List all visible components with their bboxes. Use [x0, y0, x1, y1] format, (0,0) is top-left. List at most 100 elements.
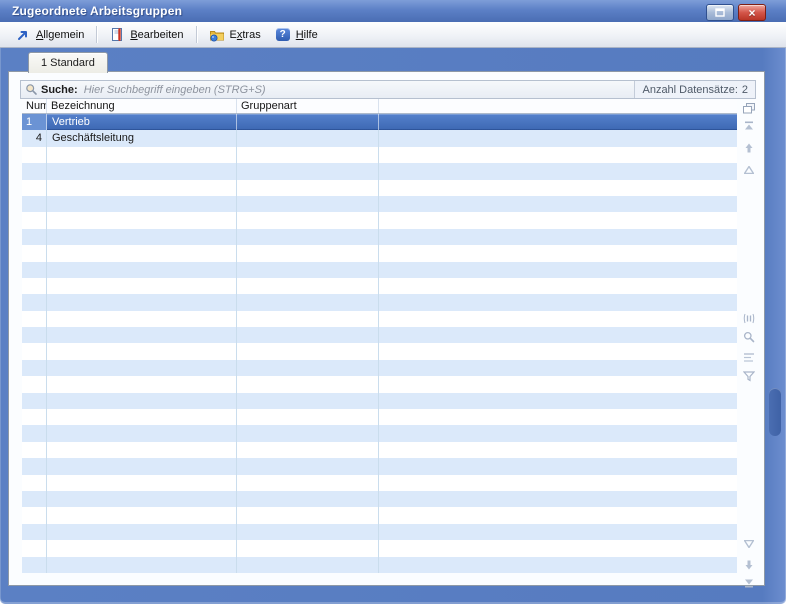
header-bezeichnung[interactable]: Bezeichnung [47, 99, 237, 113]
close-icon: × [748, 7, 755, 19]
cell-num [22, 540, 47, 556]
cell-grp [237, 491, 379, 507]
cell-bez [47, 360, 237, 376]
cell-bez [47, 196, 237, 212]
search-placeholder: Hier Suchbegriff eingeben (STRG+S) [84, 84, 266, 96]
menu-item-extras[interactable]: Extras [202, 25, 268, 45]
cell-bez [47, 278, 237, 294]
cell-bez [47, 557, 237, 573]
scrollbar-thumb[interactable] [769, 388, 781, 436]
table-row[interactable] [22, 425, 737, 441]
table-row[interactable] [22, 540, 737, 556]
cell-rest [379, 491, 737, 507]
table-row[interactable] [22, 163, 737, 179]
table-row[interactable] [22, 343, 737, 359]
table-row[interactable] [22, 491, 737, 507]
table-row[interactable] [22, 409, 737, 425]
table-row[interactable] [22, 180, 737, 196]
cell-bez [47, 540, 237, 556]
cell-rest [379, 393, 737, 409]
table-row[interactable] [22, 262, 737, 278]
table-row[interactable] [22, 458, 737, 474]
scroll-first-icon[interactable] [739, 119, 759, 133]
scroll-last-icon[interactable] [739, 576, 759, 590]
table-row[interactable] [22, 196, 737, 212]
page-up-icon[interactable] [739, 163, 759, 177]
menu-bar: Allgemein Bearbeiten [0, 22, 786, 48]
search-label: Suche: [41, 84, 78, 96]
page-down-icon[interactable] [739, 537, 759, 551]
cell-bez [47, 524, 237, 540]
table-row[interactable] [22, 294, 737, 310]
table-row[interactable] [22, 147, 737, 163]
cell-grp [237, 540, 379, 556]
cell-rest [379, 212, 737, 228]
cell-num [22, 343, 47, 359]
menu-item-label: Bearbeiten [130, 29, 183, 41]
cell-bez [47, 409, 237, 425]
cell-num [22, 147, 47, 163]
cell-num [22, 278, 47, 294]
cell-bez [47, 376, 237, 392]
header-empty[interactable] [379, 99, 737, 113]
cell-grp [237, 278, 379, 294]
table-row[interactable] [22, 475, 737, 491]
filter-icon[interactable] [739, 369, 759, 383]
cell-rest [379, 458, 737, 474]
cell-grp [237, 212, 379, 228]
menu-item-hilfe[interactable]: ? Hilfe [268, 25, 325, 45]
menu-item-bearbeiten[interactable]: Bearbeiten [102, 25, 190, 45]
cell-rest [379, 327, 737, 343]
table-row[interactable] [22, 311, 737, 327]
column-options-icon[interactable] [739, 311, 759, 325]
cell-num: 4 [22, 130, 47, 146]
title-bar: Zugeordnete Arbeitsgruppen × [0, 0, 786, 22]
cell-rest [379, 376, 737, 392]
cell-bez [47, 245, 237, 261]
table-row[interactable] [22, 212, 737, 228]
table-row[interactable]: 4Geschäftsleitung [22, 130, 737, 146]
cell-rest [379, 524, 737, 540]
search-list-icon[interactable] [739, 330, 759, 344]
cell-rest [379, 196, 737, 212]
table-row[interactable] [22, 393, 737, 409]
maximize-button[interactable] [706, 4, 734, 21]
table-row[interactable] [22, 245, 737, 261]
table-row[interactable] [22, 507, 737, 523]
cell-rest [379, 425, 737, 441]
table-row[interactable] [22, 360, 737, 376]
row-down-icon[interactable] [739, 558, 759, 572]
cell-bez [47, 163, 237, 179]
cell-num [22, 163, 47, 179]
menu-item-allgemein[interactable]: Allgemein [8, 25, 91, 45]
table-row[interactable] [22, 229, 737, 245]
close-button[interactable]: × [738, 4, 766, 21]
cell-bez [47, 229, 237, 245]
cell-grp [237, 393, 379, 409]
cell-num [22, 245, 47, 261]
copy-rows-icon[interactable] [739, 101, 759, 115]
header-gruppenart[interactable]: Gruppenart [237, 99, 379, 113]
table-row[interactable] [22, 557, 737, 573]
sum-icon[interactable] [739, 350, 759, 364]
cell-grp [237, 163, 379, 179]
cell-grp [237, 147, 379, 163]
cell-grp [237, 130, 379, 146]
row-up-icon[interactable] [739, 141, 759, 155]
table-row[interactable] [22, 327, 737, 343]
tab-standard[interactable]: 1 Standard [28, 52, 108, 73]
side-toolbar [739, 99, 759, 581]
table-row[interactable]: 1Vertrieb [22, 114, 737, 130]
search-input[interactable]: Suche: Hier Suchbegriff eingeben (STRG+S… [20, 80, 756, 99]
table-row[interactable] [22, 376, 737, 392]
table-row[interactable] [22, 442, 737, 458]
table-row[interactable] [22, 278, 737, 294]
menu-separator [196, 26, 197, 43]
cell-rest [379, 557, 737, 573]
table-header: Num Bezeichnung Gruppenart [22, 99, 737, 114]
cell-rest [379, 343, 737, 359]
header-num[interactable]: Num [22, 99, 47, 113]
table-row[interactable] [22, 524, 737, 540]
cell-rest [379, 114, 737, 130]
cell-grp [237, 458, 379, 474]
